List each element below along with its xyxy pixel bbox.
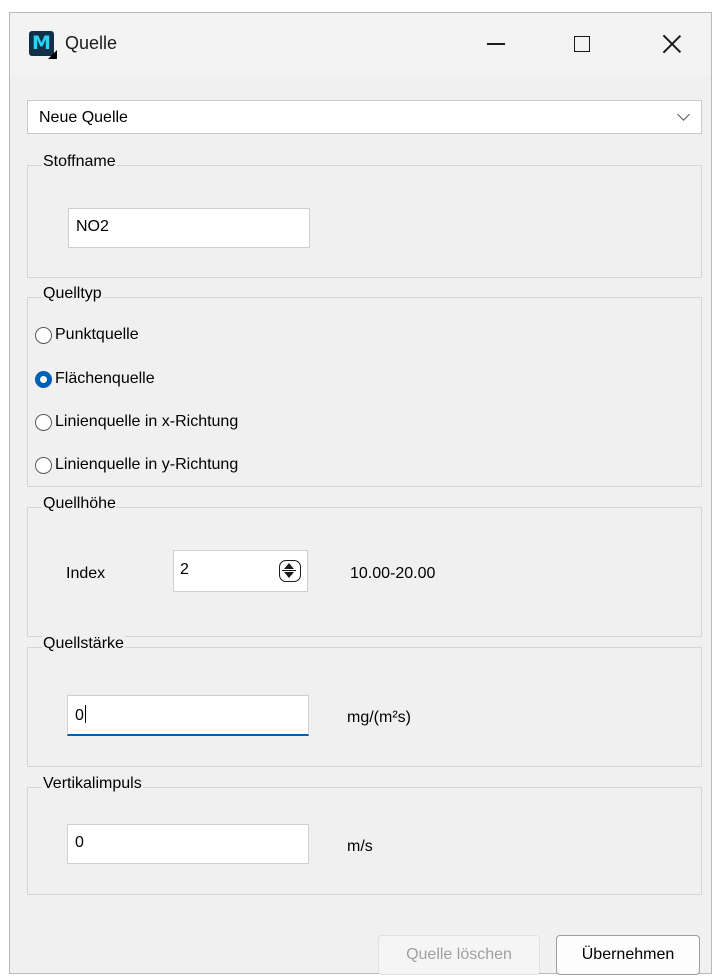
source-strength-legend: Quellstärke — [42, 635, 125, 653]
title-bar[interactable]: M Quelle — [10, 13, 711, 75]
source-type-legend: Quelltyp — [42, 285, 103, 303]
close-button[interactable] — [640, 21, 704, 67]
source-height-legend: Quellhöhe — [42, 495, 117, 513]
radio-label: Linienquelle in x-Richtung — [55, 413, 239, 430]
index-label: Index — [66, 565, 106, 582]
vertical-impulse-unit: m/s — [347, 838, 373, 855]
dialog-window: M Quelle Neue Quelle Stoffname NO2 Quell… — [9, 12, 712, 975]
maximize-button[interactable] — [550, 21, 614, 67]
height-range-text: 10.00-20.00 — [350, 565, 436, 582]
minimize-icon — [487, 43, 505, 45]
source-select[interactable]: Neue Quelle — [27, 100, 702, 134]
radio-linienquelle-y[interactable]: Linienquelle in y-Richtung — [35, 452, 238, 478]
apply-button[interactable]: Übernehmen — [556, 935, 700, 975]
minimize-button[interactable] — [464, 21, 528, 67]
delete-source-button[interactable]: Quelle löschen — [378, 935, 540, 975]
app-logo-icon: M — [29, 31, 57, 59]
radio-label: Linienquelle in y-Richtung — [55, 456, 239, 473]
maximize-icon — [574, 36, 590, 52]
spin-updown-icon[interactable] — [279, 560, 301, 582]
radio-label: Flächenquelle — [55, 370, 155, 387]
radio-button[interactable] — [35, 326, 52, 344]
source-strength-input[interactable]: 0 — [67, 695, 309, 736]
vertical-impulse-legend: Vertikalimpuls — [42, 775, 143, 793]
chevron-down-icon — [677, 108, 690, 121]
window-title: Quelle — [65, 33, 118, 53]
index-value: 2 — [180, 561, 189, 578]
source-type-group: Quelltyp Punktquelle Flächenquelle Linie… — [27, 285, 702, 487]
radio-button[interactable] — [35, 456, 52, 474]
source-select-value: Neue Quelle — [39, 109, 128, 126]
substance-group: Stoffname NO2 — [27, 153, 702, 278]
radio-flaechenquelle[interactable]: Flächenquelle — [35, 366, 155, 392]
radio-button-selected[interactable] — [35, 370, 52, 388]
source-strength-unit: mg/(m²s) — [347, 709, 411, 726]
radio-punktquelle[interactable]: Punktquelle — [35, 322, 139, 348]
substance-legend: Stoffname — [42, 153, 117, 171]
radio-linienquelle-x[interactable]: Linienquelle in x-Richtung — [35, 409, 238, 435]
radio-button[interactable] — [35, 413, 52, 431]
vertical-impulse-input[interactable]: 0 — [67, 824, 309, 864]
source-strength-value: 0 — [75, 707, 84, 724]
radio-label: Punktquelle — [55, 326, 139, 343]
text-caret — [84, 705, 86, 723]
index-spinner[interactable]: 2 — [173, 550, 308, 592]
close-icon — [662, 34, 682, 54]
substance-input[interactable]: NO2 — [68, 208, 310, 248]
